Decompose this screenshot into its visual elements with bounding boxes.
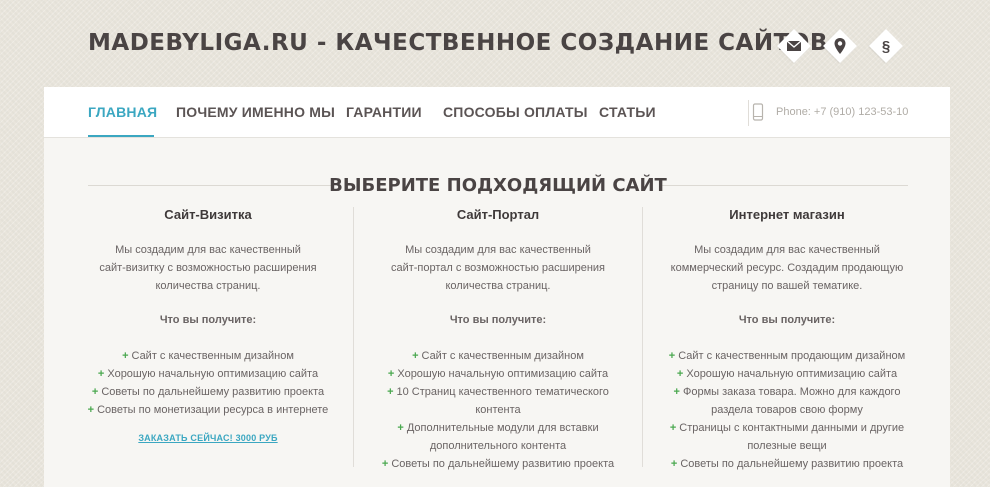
plan-description-line: сайт-портал с возможностью расширения <box>390 262 606 274</box>
plus-icon: + <box>87 404 95 416</box>
list-item: + Хорошую начальную оптимизацию сайта <box>676 368 898 380</box>
nav-item-home[interactable]: ГЛАВНАЯ <box>88 104 157 120</box>
nav-item-payment-methods[interactable]: СПОСОБЫ ОПЛАТЫ <box>443 104 588 120</box>
list-item: + Хорошую начальную оптимизацию сайта <box>97 368 319 380</box>
plus-icon: + <box>668 350 676 362</box>
plan-description-line: количества страниц. <box>445 280 551 292</box>
plan-description: Мы создадим для вас качественный сайт-по… <box>383 241 613 295</box>
list-item: + Советы по дальнейшему развитию проекта <box>381 458 615 470</box>
benefits-heading: Что вы получите: <box>449 314 547 326</box>
list-item: + Сайт с качественным дизайном <box>412 350 584 362</box>
list-item: + Сайт с качественным дизайном <box>122 350 294 362</box>
plus-icon: + <box>91 386 99 398</box>
phone-number: Phone: +7 (910) 123-53-10 <box>776 106 909 118</box>
plus-icon: + <box>397 422 404 434</box>
plus-icon: + <box>412 350 419 362</box>
benefits-list: + Сайт с качественным дизайном + Хорошую н… <box>353 347 643 473</box>
location-button[interactable] <box>824 30 856 62</box>
plan-description-line: коммерческий ресурс. Создадим продающую <box>670 262 904 274</box>
plus-icon: + <box>669 422 677 434</box>
section-icon: § <box>881 37 891 55</box>
mail-button[interactable] <box>778 30 810 62</box>
plan-title: Сайт-Портал <box>456 207 540 222</box>
nav-divider <box>748 100 749 126</box>
list-item: + Советы по дальнейшему развитию проекта <box>670 458 904 470</box>
plus-icon: + <box>97 368 105 380</box>
list-item: + Хорошую начальную оптимизацию сайта <box>387 368 609 380</box>
plan-description: Мы создадим для вас качественный коммерч… <box>667 241 907 295</box>
list-item: + Советы по монетизации ресурса в интерне… <box>87 404 329 416</box>
nav-item-articles[interactable]: СТАТЬИ <box>599 104 656 120</box>
plan-description-line: Мы создадим для вас качественный <box>694 244 880 256</box>
list-item: + Дополнительные модули для вставки допол… <box>397 422 599 452</box>
order-now-link[interactable]: ЗАКАЗАТЬ СЕЙЧАС! 3000 РУБ <box>138 429 277 447</box>
plus-icon: + <box>122 350 129 362</box>
benefits-list: + Сайт с качественным продающим дизайном … <box>642 347 932 473</box>
plan-description-line: сайт-визитку с возможностью расширения <box>99 262 317 274</box>
site-title: MADEBYLIGA.RU - КАЧЕСТВЕННОЕ СОЗДАНИЕ СА… <box>88 30 828 56</box>
plan-description-line: страницу по вашей тематике. <box>711 280 863 292</box>
plan-card-portal: Сайт-Портал Мы создадим для вас качестве… <box>353 207 643 473</box>
plus-icon: + <box>676 368 684 380</box>
plus-icon: + <box>387 368 395 380</box>
plus-icon: + <box>673 386 680 398</box>
plan-description-line: количества страниц. <box>155 280 261 292</box>
section-button[interactable]: § <box>870 30 902 62</box>
plan-description: Мы создадим для вас качественный сайт-ви… <box>93 241 323 295</box>
plus-icon: + <box>670 458 678 470</box>
section-heading: ВЫБЕРИТЕ ПОДХОДЯЩИЙ САЙТ <box>88 175 908 196</box>
benefits-heading: Что вы получите: <box>159 314 257 326</box>
list-item: + Сайт с качественным продающим дизайном <box>668 350 906 362</box>
social-icons: § <box>778 30 902 62</box>
main-nav: ГЛАВНАЯ ПОЧЕМУ ИМЕННО МЫ ГАРАНТИИ СПОСОБ… <box>44 87 950 138</box>
list-item: +10 Страниц качественного тематического … <box>387 386 609 416</box>
active-nav-underline <box>88 135 154 137</box>
phone-icon <box>752 103 764 121</box>
plan-description-line: Мы создадим для вас качественный <box>405 244 591 256</box>
plan-card-business-card: Сайт-Визитка Мы создадим для вас качеств… <box>63 207 353 447</box>
plus-icon: + <box>387 386 394 398</box>
benefits-list: + Сайт с качественным дизайном + Хорошую н… <box>63 347 353 419</box>
plan-description-line: Мы создадим для вас качественный <box>115 244 301 256</box>
plan-card-online-store: Интернет магазин Мы создадим для вас кач… <box>642 207 932 473</box>
list-item: + Страницы с контактными данными и другие… <box>669 422 905 452</box>
location-icon <box>834 38 846 54</box>
plan-title: Интернет магазин <box>729 207 845 222</box>
mail-icon <box>786 40 802 51</box>
section-title: ВЫБЕРИТЕ ПОДХОДЯЩИЙ САЙТ <box>329 175 667 196</box>
list-item: + Советы по дальнейшему развитию проекта <box>91 386 325 398</box>
benefits-heading: Что вы получите: <box>738 314 836 326</box>
nav-item-guarantees[interactable]: ГАРАНТИИ <box>346 104 422 120</box>
plus-icon: + <box>381 458 389 470</box>
plan-title: Сайт-Визитка <box>164 207 252 222</box>
nav-item-why-us[interactable]: ПОЧЕМУ ИМЕННО МЫ <box>176 104 335 120</box>
list-item: + Формы заказа товара. Можно для каждого … <box>673 386 901 416</box>
main-panel: ГЛАВНАЯ ПОЧЕМУ ИМЕННО МЫ ГАРАНТИИ СПОСОБ… <box>44 87 950 487</box>
